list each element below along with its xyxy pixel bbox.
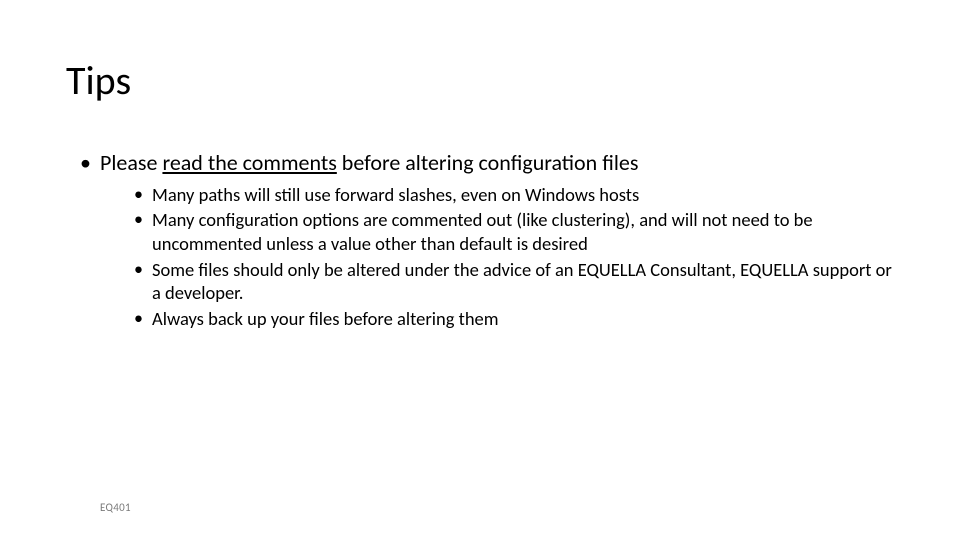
bullet-level2-item: Some files should only be altered under … — [134, 258, 894, 305]
footer-code: EQ401 — [100, 501, 131, 514]
bullet-level2-item: Many configuration options are commented… — [134, 208, 894, 255]
bullet-list-level1: Please read the comments before altering… — [66, 149, 894, 331]
bullet-level1-item: Please read the comments before altering… — [84, 149, 894, 331]
bullet1-prefix: Please — [100, 149, 162, 176]
slide: Tips Please read the comments before alt… — [0, 0, 960, 540]
bullet-level2-item: Many paths will still use forward slashe… — [134, 183, 894, 207]
bullet1-underlined: read the comments — [162, 149, 336, 176]
bullet-level2-item: Always back up your files before alterin… — [134, 307, 894, 331]
bullet-list-level2: Many paths will still use forward slashe… — [100, 183, 894, 331]
slide-title: Tips — [66, 56, 894, 105]
bullet1-suffix: before altering configuration files — [337, 149, 639, 176]
